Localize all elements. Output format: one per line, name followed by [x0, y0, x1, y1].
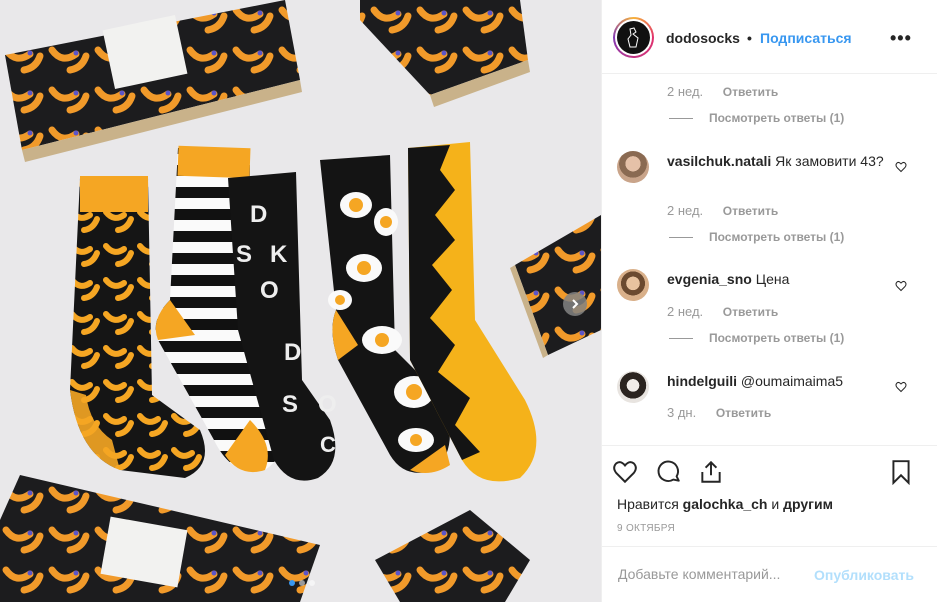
- post-photo[interactable]: D S K O D S O C: [0, 0, 601, 602]
- svg-text:D: D: [284, 339, 301, 366]
- svg-text:O: O: [318, 391, 337, 418]
- dodo-bird-logo-icon: [626, 26, 639, 47]
- liker-username[interactable]: galochka_ch: [683, 496, 768, 512]
- carousel-dot: [309, 580, 315, 586]
- socks-photo-illustration: D S K O D S O C: [0, 0, 601, 602]
- svg-text:D: D: [250, 201, 267, 228]
- header-separator: •: [747, 30, 752, 46]
- carousel-indicators: [289, 580, 315, 586]
- commenter-username[interactable]: hindelguili: [667, 373, 737, 389]
- view-replies-button[interactable]: Посмотреть ответы (1): [669, 111, 844, 125]
- reply-button[interactable]: Ответить: [723, 305, 778, 319]
- view-replies-button[interactable]: Посмотреть ответы (1): [669, 331, 844, 345]
- sock-box-bottom-left: [0, 475, 320, 602]
- reply-button[interactable]: Ответить: [723, 204, 778, 218]
- comment-body: vasilchuk.natali Як замовити 43?: [667, 152, 887, 171]
- svg-text:C: C: [320, 432, 336, 457]
- comment-text: Як замовити 43?: [775, 153, 884, 169]
- comment-input[interactable]: [618, 566, 808, 582]
- post-actions: Нравится galochka_ch и другим 9 ОКТЯБРЯ: [602, 445, 937, 545]
- svg-text:O: O: [260, 277, 279, 304]
- view-replies-label: Посмотреть ответы (1): [709, 230, 845, 244]
- likes-others-link[interactable]: другим: [783, 496, 833, 512]
- comment-meta: 2 нед. Ответить: [667, 84, 778, 99]
- comment-body: hindelguili @oumaimaima5: [667, 372, 887, 391]
- like-comment-heart-icon[interactable]: [895, 280, 907, 292]
- likes-summary: Нравится galochka_ch и другим: [617, 496, 833, 512]
- like-comment-heart-icon[interactable]: [895, 161, 907, 173]
- carousel-dot: [299, 580, 305, 586]
- comment-meta: 3 дн. Ответить: [667, 405, 771, 420]
- commenter-username[interactable]: vasilchuk.natali: [667, 153, 771, 169]
- view-replies-label: Посмотреть ответы (1): [709, 111, 845, 125]
- post-header: dodosocks • Подписаться •••: [602, 0, 937, 74]
- add-comment-bar: Опубликовать: [602, 546, 937, 602]
- post-date: 9 ОКТЯБРЯ: [617, 523, 675, 534]
- post-side-panel: dodosocks • Подписаться ••• 2 нед. Ответ…: [601, 0, 937, 602]
- like-heart-icon[interactable]: [612, 459, 638, 485]
- commenter-username[interactable]: evgenia_sno: [667, 271, 752, 287]
- likes-and: и: [771, 496, 780, 512]
- author-username[interactable]: dodosocks: [666, 30, 740, 46]
- publish-button[interactable]: Опубликовать: [814, 567, 914, 583]
- comment-bubble-icon[interactable]: [656, 459, 682, 485]
- comment-meta: 2 нед. Ответить: [667, 203, 778, 218]
- commenter-avatar[interactable]: [617, 371, 649, 403]
- view-replies-button[interactable]: Посмотреть ответы (1): [669, 230, 844, 244]
- sock-box-right: [510, 215, 601, 358]
- reply-button[interactable]: Ответить: [723, 85, 778, 99]
- sock-box-top-right: [360, 0, 530, 107]
- like-comment-heart-icon[interactable]: [895, 381, 907, 393]
- likes-prefix: Нравится: [617, 496, 679, 512]
- commenter-avatar[interactable]: [617, 269, 649, 301]
- reply-button[interactable]: Ответить: [716, 406, 771, 420]
- more-options-button[interactable]: •••: [890, 28, 912, 49]
- comment-age: 2 нед.: [667, 304, 704, 319]
- carousel-dot-active: [289, 580, 295, 586]
- comment-age: 3 дн.: [667, 405, 697, 420]
- share-upload-icon[interactable]: [698, 459, 724, 485]
- comments-list[interactable]: 2 нед. Ответить Посмотреть ответы (1) va…: [602, 75, 937, 445]
- chevron-right-icon: [572, 299, 579, 309]
- svg-text:S: S: [282, 391, 298, 418]
- commenter-avatar[interactable]: [617, 151, 649, 183]
- view-replies-label: Посмотреть ответы (1): [709, 331, 845, 345]
- svg-text:K: K: [270, 241, 288, 268]
- comment-body: evgenia_sno Цена: [667, 270, 887, 289]
- comment-meta: 2 нед. Ответить: [667, 304, 778, 319]
- comment-age: 2 нед.: [667, 203, 704, 218]
- author-avatar[interactable]: [613, 17, 654, 58]
- comment-text: @oumaimaima5: [740, 373, 844, 389]
- sock-box-top-left: [5, 0, 302, 162]
- carousel-next-button[interactable]: [563, 292, 587, 316]
- svg-text:S: S: [236, 241, 252, 268]
- comment-age: 2 нед.: [667, 84, 704, 99]
- save-bookmark-icon[interactable]: [888, 459, 914, 485]
- sock-box-bottom-right: [375, 510, 530, 602]
- comment-text: Цена: [755, 271, 790, 287]
- follow-button[interactable]: Подписаться: [760, 30, 852, 46]
